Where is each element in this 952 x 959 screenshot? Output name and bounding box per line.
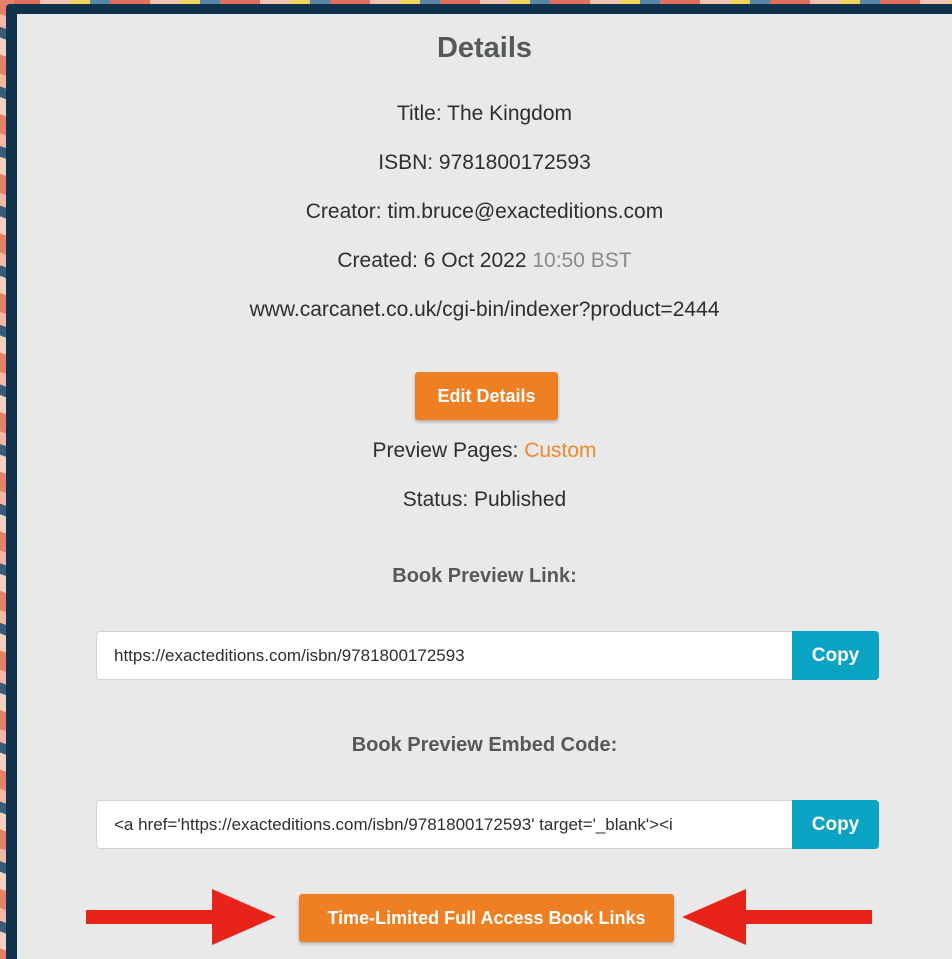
edit-details-button[interactable]: Edit Details xyxy=(415,372,558,420)
book-creator: Creator: tim.bruce@exacteditions.com xyxy=(305,200,664,223)
book-status: Status: Published xyxy=(402,488,567,511)
embed-code-label: Book Preview Embed Code: xyxy=(351,734,618,756)
page-title: Details xyxy=(436,32,533,64)
details-panel: Details Title: The Kingdom ISBN: 9781800… xyxy=(17,14,952,959)
copy-preview-link-button[interactable]: Copy xyxy=(792,631,879,680)
preview-pages: Preview Pages: Custom xyxy=(17,439,952,463)
created-date: Created: 6 Oct 2022 xyxy=(337,249,527,272)
preview-link-label: Book Preview Link: xyxy=(392,565,577,587)
arrow-right-icon xyxy=(86,889,276,945)
arrow-left-icon xyxy=(682,889,872,945)
embed-code-field[interactable]: <a href='https://exacteditions.com/isbn/… xyxy=(96,800,792,849)
time-limited-links-button[interactable]: Time-Limited Full Access Book Links xyxy=(299,894,674,942)
preview-link-group: https://exacteditions.com/isbn/978180017… xyxy=(96,631,879,680)
preview-link-field[interactable]: https://exacteditions.com/isbn/978180017… xyxy=(96,631,792,680)
preview-pages-label: Preview Pages: xyxy=(372,439,519,462)
book-title: Title: The Kingdom xyxy=(396,102,573,125)
copy-embed-code-button[interactable]: Copy xyxy=(792,800,879,849)
book-created: Created: 6 Oct 2022 10:50 BST xyxy=(17,249,952,273)
book-isbn: ISBN: 9781800172593 xyxy=(378,151,591,174)
product-url: www.carcanet.co.uk/cgi-bin/indexer?produ… xyxy=(249,298,720,321)
preview-pages-custom-link[interactable]: Custom xyxy=(524,439,596,462)
created-time: 10:50 BST xyxy=(532,249,632,272)
embed-code-group: <a href='https://exacteditions.com/isbn/… xyxy=(96,800,879,849)
